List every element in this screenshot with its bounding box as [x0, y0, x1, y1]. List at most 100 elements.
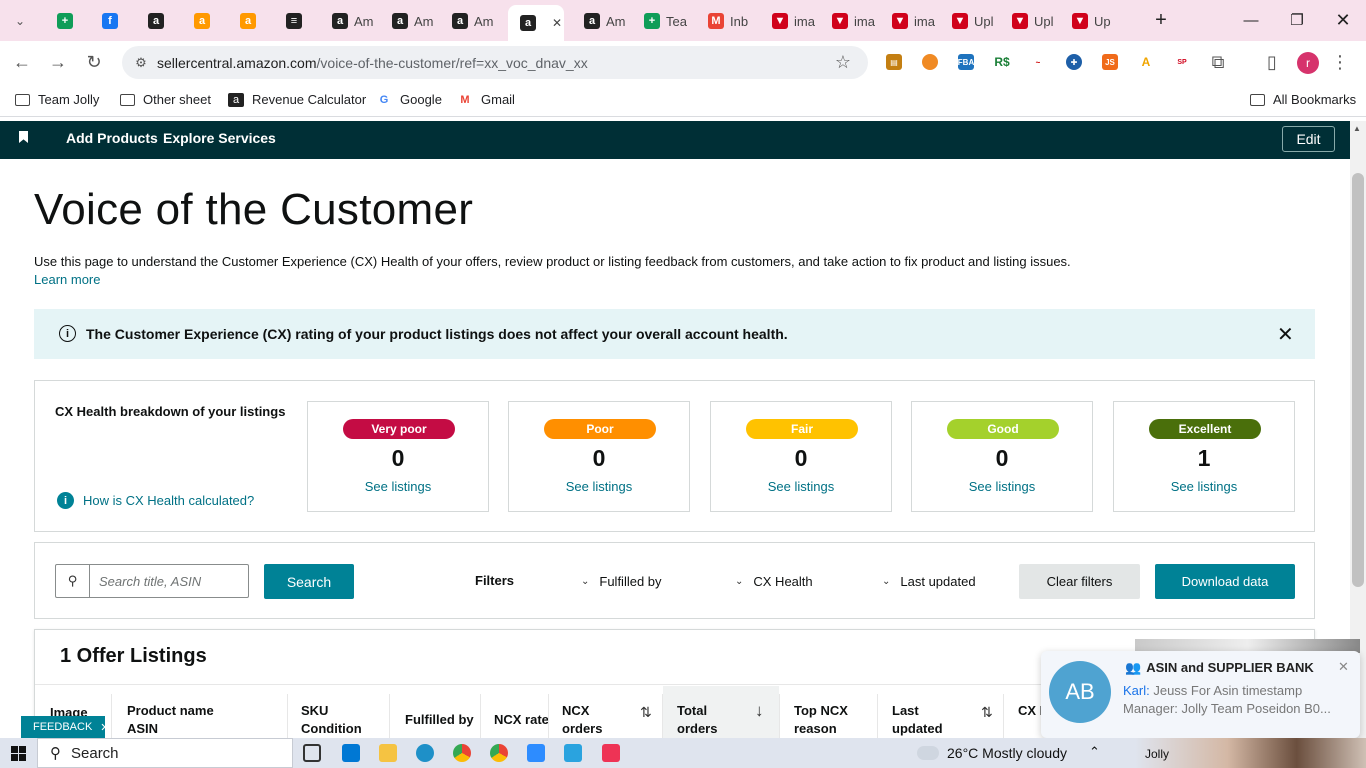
app-icon[interactable]	[602, 744, 620, 762]
col-ncx-rate[interactable]: NCX rate	[494, 711, 549, 729]
fba-extension-icon[interactable]: FBA	[958, 54, 974, 70]
close-window-icon[interactable]: ✕	[1328, 8, 1358, 32]
search-box: ⚲	[55, 564, 249, 598]
cx-health-dropdown[interactable]: ⌄ CX Health	[735, 574, 813, 589]
browser-tab[interactable]: ▼ Upl	[940, 6, 994, 36]
edit-button[interactable]: Edit	[1282, 126, 1335, 152]
clear-filters-button[interactable]: Clear filters	[1019, 564, 1140, 599]
close-icon[interactable]: ✕	[1277, 322, 1294, 347]
browser-tab[interactable]: + Tea	[632, 6, 687, 36]
chrome-icon[interactable]	[490, 744, 508, 762]
extensions-puzzle-icon[interactable]: ⧉	[1208, 52, 1228, 72]
learn-more-link[interactable]: Learn more	[34, 272, 100, 287]
col-label: Product name	[127, 703, 214, 718]
feedback-tab[interactable]: FEEDBACK ✕	[21, 716, 110, 738]
sort-icon[interactable]: ⇅	[640, 704, 652, 721]
new-tab-icon[interactable]: +	[1146, 8, 1176, 32]
telegram-icon[interactable]	[564, 744, 582, 762]
nav-add-products[interactable]: Add Products	[66, 130, 158, 146]
chat-notification[interactable]: AB 👥 ASIN and SUPPLIER BANK Karl: Jeuss F…	[1041, 651, 1360, 738]
chevron-up-icon[interactable]: ⌃	[1089, 744, 1100, 760]
col-top-ncx-reason[interactable]: Top NCX reason	[794, 702, 848, 738]
browser-tab[interactable]: ≡	[274, 6, 326, 36]
rs-extension-icon[interactable]: R$	[994, 54, 1010, 70]
close-icon[interactable]: ✕	[100, 721, 109, 734]
sort-down-icon[interactable]: ↓	[755, 701, 764, 721]
close-icon[interactable]: ✕	[1338, 659, 1349, 675]
bookmark-gmail[interactable]: M Gmail	[457, 92, 515, 107]
browser-tab[interactable]: ▼ ima	[760, 6, 815, 36]
see-listings-link[interactable]: See listings	[308, 479, 488, 494]
bookmark-nav-icon[interactable]	[19, 131, 28, 143]
browser-tab[interactable]: ▼ Upl	[1000, 6, 1054, 36]
edge-icon[interactable]	[416, 744, 434, 762]
profile-avatar[interactable]: r	[1297, 52, 1319, 74]
chrome-icon[interactable]	[453, 744, 471, 762]
bookmark-google[interactable]: G Google	[376, 92, 442, 107]
see-listings-link[interactable]: See listings	[711, 479, 891, 494]
close-tab-icon[interactable]: ✕	[552, 16, 562, 30]
task-view-icon[interactable]	[303, 744, 321, 762]
browser-tab[interactable]: a Am	[572, 6, 626, 36]
scroll-up-icon[interactable]: ▲	[1353, 124, 1361, 133]
search-input[interactable]	[91, 565, 247, 597]
browser-tab[interactable]: ▼ ima	[880, 6, 935, 36]
all-bookmarks[interactable]: All Bookmarks	[1249, 92, 1356, 107]
weather-status[interactable]: 26°C Mostly cloudy	[947, 745, 1067, 761]
bookmark-team-jolly[interactable]: Team Jolly	[14, 92, 99, 107]
extension-icon[interactable]	[922, 54, 938, 70]
minimize-icon[interactable]: —	[1236, 8, 1266, 32]
site-info-icon[interactable]: ⚙	[131, 53, 151, 73]
col-total-orders[interactable]: Total orders	[677, 702, 717, 738]
taskbar-search[interactable]: ⚲ Search	[37, 738, 293, 768]
reload-icon[interactable]: ↻	[84, 52, 104, 72]
bookmark-other-sheet[interactable]: Other sheet	[119, 92, 211, 107]
browser-tab[interactable]: a ✕	[508, 5, 564, 41]
browser-tab[interactable]: ▼ Up	[1060, 6, 1112, 36]
zoom-icon[interactable]	[527, 744, 545, 762]
col-last-updated[interactable]: Last updated	[892, 702, 943, 738]
extension-icon[interactable]: ✚	[1066, 54, 1082, 70]
cx-health-how-link[interactable]: i How is CX Health calculated?	[57, 492, 254, 509]
browser-tab[interactable]: a Am	[320, 6, 374, 36]
see-listings-link[interactable]: See listings	[912, 479, 1092, 494]
browser-tab[interactable]: a Am	[380, 6, 434, 36]
menu-icon[interactable]: ⋮	[1330, 52, 1350, 72]
col-ncx-orders[interactable]: NCX orders	[562, 702, 602, 738]
side-panel-icon[interactable]: ▯	[1262, 52, 1282, 72]
browser-tab[interactable]: a	[182, 6, 234, 36]
see-listings-link[interactable]: See listings	[1114, 479, 1294, 494]
fulfilled-by-dropdown[interactable]: ⌄ Fulfilled by	[581, 574, 662, 589]
restore-icon[interactable]: ❐	[1282, 8, 1312, 32]
see-listings-link[interactable]: See listings	[509, 479, 689, 494]
js-extension-icon[interactable]: JS	[1102, 54, 1118, 70]
windows-start-icon[interactable]	[11, 746, 26, 761]
browser-tab[interactable]: a	[228, 6, 280, 36]
forward-icon[interactable]: →	[48, 52, 68, 72]
col-sku[interactable]: SKU Condition	[301, 702, 362, 738]
browser-tab[interactable]: a	[136, 6, 188, 36]
alert-extension-icon[interactable]: SP	[1174, 54, 1190, 70]
col-product-name[interactable]: Product name ASIN	[127, 702, 214, 738]
back-icon[interactable]: ←	[12, 52, 32, 72]
col-fulfilled-by[interactable]: Fulfilled by	[405, 711, 474, 729]
scrollbar-thumb[interactable]	[1352, 173, 1364, 587]
last-updated-dropdown[interactable]: ⌄ Last updated	[882, 574, 976, 589]
browser-tab[interactable]: a Am	[440, 6, 494, 36]
download-data-button[interactable]: Download data	[1155, 564, 1295, 599]
bookmark-revenue-calculator[interactable]: a Revenue Calculator	[228, 92, 366, 107]
nav-explore-services[interactable]: Explore Services	[163, 130, 276, 146]
extension-icon[interactable]: ▤	[886, 54, 902, 70]
browser-tab[interactable]: f	[90, 6, 142, 36]
extension-icon[interactable]: ~	[1030, 54, 1046, 70]
search-button[interactable]: Search	[264, 564, 354, 599]
address-bar[interactable]: ⚙ sellercentral.amazon.com/voice-of-the-…	[122, 46, 868, 79]
tab-search-icon[interactable]: ⌄	[10, 11, 30, 31]
scout-extension-icon[interactable]: A	[1138, 54, 1154, 70]
browser-tab[interactable]: M Inb	[696, 6, 748, 36]
store-icon[interactable]	[342, 744, 360, 762]
browser-tab[interactable]: ▼ ima	[820, 6, 875, 36]
file-explorer-icon[interactable]	[379, 744, 397, 762]
bookmark-star-icon[interactable]: ☆	[833, 52, 853, 72]
sort-icon[interactable]: ⇅	[981, 704, 993, 721]
